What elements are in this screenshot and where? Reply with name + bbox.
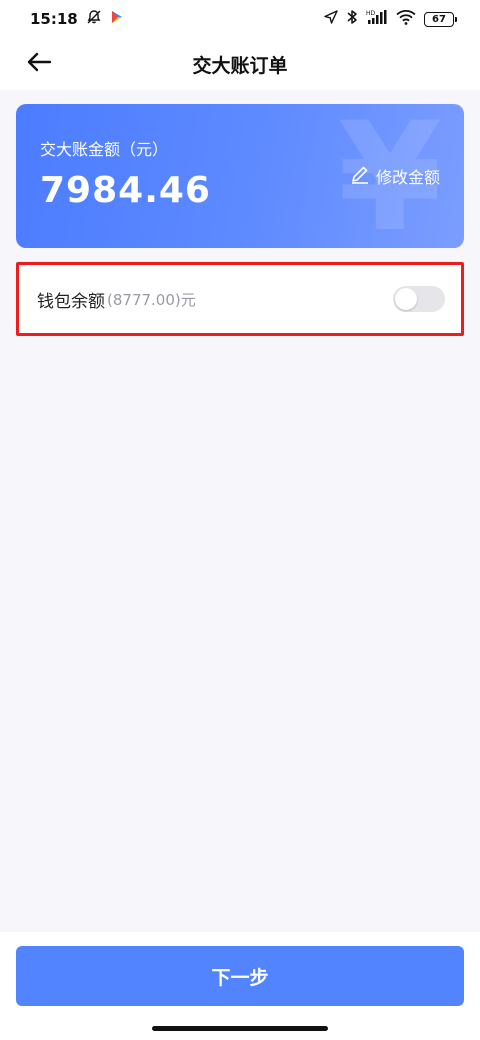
status-right: HD 67 bbox=[324, 9, 457, 29]
battery-level: 67 bbox=[432, 13, 446, 25]
toggle-knob bbox=[395, 288, 417, 310]
pencil-icon bbox=[350, 164, 370, 188]
wifi-icon bbox=[396, 9, 416, 29]
arrow-left-icon bbox=[26, 52, 52, 76]
location-icon bbox=[324, 10, 338, 28]
wallet-label: 钱包余额 bbox=[37, 291, 105, 312]
svg-text:HD: HD bbox=[366, 10, 376, 17]
status-left: 15:18 bbox=[30, 9, 124, 29]
wallet-balance: (8777.00)元 bbox=[107, 290, 196, 309]
amount-value: 7984.46 bbox=[40, 170, 211, 211]
page-title: 交大账订单 bbox=[192, 54, 288, 77]
battery-icon: 67 bbox=[424, 11, 457, 27]
order-screen: 15:18 HD 67 交大账订单 ¥ 交大账金额（元） 7984.46 修改金… bbox=[0, 0, 480, 1040]
back-button[interactable] bbox=[20, 46, 58, 82]
notification-off-icon bbox=[86, 9, 102, 29]
next-step-button[interactable]: 下一步 bbox=[16, 946, 464, 1006]
header: 交大账订单 bbox=[0, 38, 480, 90]
amount-label: 交大账金额（元） bbox=[40, 140, 169, 159]
edit-amount-button[interactable]: 修改金额 bbox=[350, 164, 440, 188]
edit-amount-label: 修改金额 bbox=[375, 168, 440, 187]
wallet-toggle[interactable] bbox=[393, 286, 445, 312]
status-time: 15:18 bbox=[30, 10, 78, 28]
status-bar: 15:18 HD 67 bbox=[0, 0, 480, 38]
wallet-balance-row: 钱包余额 (8777.00)元 bbox=[16, 262, 464, 336]
home-indicator[interactable] bbox=[152, 1026, 328, 1031]
amount-card: ¥ 交大账金额（元） 7984.46 修改金额 bbox=[16, 104, 464, 248]
hd-signal-icon: HD bbox=[366, 9, 388, 29]
play-store-icon bbox=[110, 10, 124, 28]
bluetooth-icon bbox=[346, 9, 358, 29]
